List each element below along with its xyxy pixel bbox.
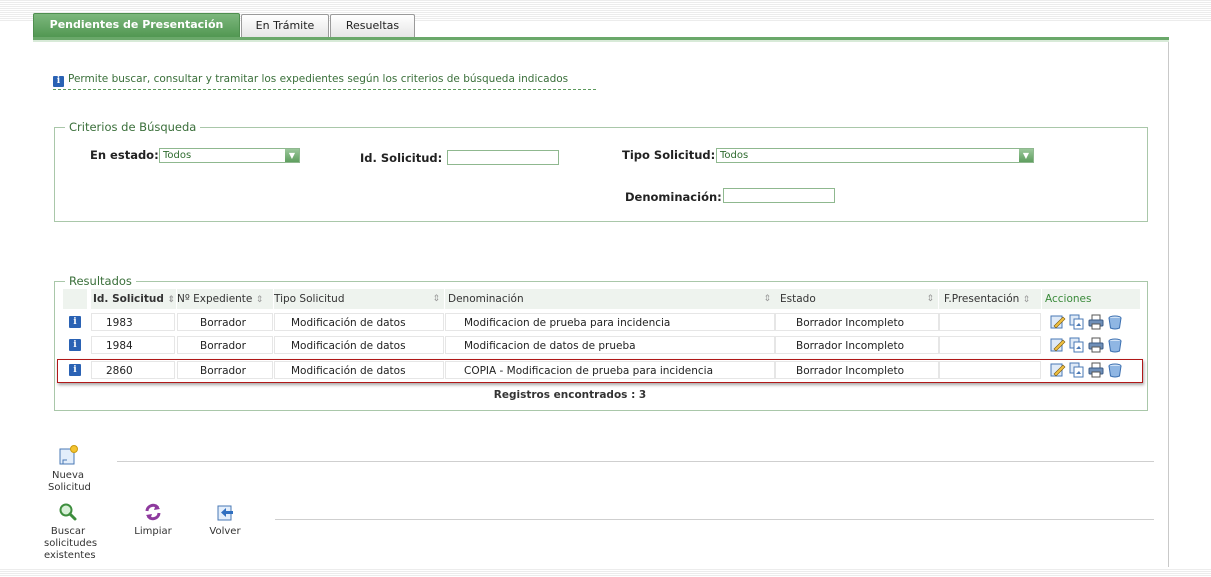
search-label-3: existentes <box>44 550 96 561</box>
tab-en-tramite[interactable]: En Trámite <box>241 14 329 37</box>
cell-tipo: Modificación de datos <box>274 336 444 354</box>
sort-icon[interactable]: ⇕ <box>763 289 771 309</box>
table-row[interactable]: i 1983 Borrador Modificación de datos Mo… <box>63 311 1140 333</box>
cell-fecha <box>939 336 1041 354</box>
sort-icon[interactable]: ⇕ <box>926 289 934 309</box>
cell-expediente: Borrador <box>177 313 273 331</box>
col-header-tipo-label: Tipo Solicitud <box>274 293 345 305</box>
sort-icon[interactable]: ⇕ <box>1023 295 1031 305</box>
back-button[interactable]: Volver <box>205 502 245 538</box>
cell-id: 1983 <box>91 313 175 331</box>
delete-icon[interactable] <box>1107 362 1123 378</box>
back-arrow-icon <box>217 505 233 521</box>
col-header-expediente-label: Nº Expediente <box>177 293 253 305</box>
cell-denominacion: Modificacion de prueba para incidencia <box>445 313 775 331</box>
toolbar-divider <box>275 519 1154 520</box>
cell-id: 2860 <box>91 361 175 379</box>
info-icon[interactable]: i <box>69 316 81 328</box>
col-header-estado-label: Estado <box>780 293 816 305</box>
new-request-button[interactable]: Nueva Solicitud <box>48 444 91 494</box>
tab-resueltas[interactable]: Resueltas <box>330 14 415 37</box>
print-icon[interactable] <box>1088 314 1104 330</box>
cell-expediente: Borrador <box>177 336 273 354</box>
delete-icon[interactable] <box>1107 314 1123 330</box>
new-request-label-1: Nueva <box>51 470 85 481</box>
clear-button[interactable]: Limpiar <box>130 502 176 538</box>
clear-label: Limpiar <box>134 526 172 537</box>
id-solicitud-label: Id. Solicitud: <box>360 151 443 165</box>
col-header-estado[interactable]: Estado ⇕ <box>775 289 938 309</box>
bottom-pattern <box>0 569 1211 577</box>
table-row-selected[interactable]: i 2860 Borrador Modificación de datos CO… <box>63 359 1140 381</box>
edit-icon[interactable] <box>1050 362 1066 378</box>
delete-icon[interactable] <box>1107 337 1123 353</box>
cell-fecha <box>939 361 1041 379</box>
chevron-down-icon[interactable]: ▼ <box>285 149 299 162</box>
id-solicitud-input[interactable] <box>447 150 559 165</box>
results-legend: Resultados <box>69 274 132 288</box>
col-header-acciones: Acciones <box>1042 289 1140 309</box>
info-icon[interactable]: i <box>69 339 81 351</box>
tipo-solicitud-select[interactable]: Todos ▼ <box>716 148 1034 163</box>
info-icon[interactable]: i <box>69 364 81 376</box>
new-document-icon <box>59 445 78 465</box>
col-header-fecha-label: F.Presentación <box>944 293 1020 305</box>
records-count: Registros encontrados : 3 <box>493 389 647 401</box>
cell-estado: Borrador Incompleto <box>775 336 939 354</box>
toolbar-divider <box>117 461 1154 462</box>
denominacion-label: Denominación: <box>625 190 722 204</box>
estado-select[interactable]: Todos ▼ <box>159 148 300 163</box>
table-row[interactable]: i 1984 Borrador Modificación de datos Mo… <box>63 334 1140 356</box>
cell-fecha <box>939 313 1041 331</box>
print-icon[interactable] <box>1088 362 1104 378</box>
cell-estado: Borrador Incompleto <box>775 361 939 379</box>
refresh-icon <box>145 503 161 521</box>
tab-pendientes[interactable]: Pendientes de Presentación <box>33 13 240 38</box>
search-criteria-panel: Criterios de Búsqueda <box>54 120 1148 222</box>
search-criteria-legend: Criterios de Búsqueda <box>69 120 197 134</box>
col-header-id[interactable]: Id. Solicitud ⇕ <box>91 289 176 309</box>
search-icon <box>59 503 77 521</box>
info-icon: i <box>53 76 64 87</box>
col-header-denominacion-label: Denominación <box>448 293 524 305</box>
print-icon[interactable] <box>1088 337 1104 353</box>
info-text: Permite buscar, consultar y tramitar los… <box>68 73 569 85</box>
col-header-id-label: Id. Solicitud <box>93 293 164 305</box>
col-header-expediente[interactable]: Nº Expediente ⇕ <box>177 289 273 309</box>
edit-icon[interactable] <box>1050 337 1066 353</box>
copy-icon[interactable] <box>1069 314 1085 330</box>
tipo-solicitud-label: Tipo Solicitud: <box>622 148 716 162</box>
copy-icon[interactable] <box>1069 362 1085 378</box>
cell-tipo: Modificación de datos <box>274 361 444 379</box>
cell-denominacion: COPIA - Modificacion de prueba para inci… <box>445 361 775 379</box>
sort-icon[interactable]: ⇕ <box>432 289 440 309</box>
back-label: Volver <box>209 526 241 537</box>
sort-icon[interactable]: ⇕ <box>256 295 264 305</box>
cell-tipo: Modificación de datos <box>274 313 444 331</box>
search-label-1: Buscar <box>50 526 86 537</box>
cell-expediente: Borrador <box>177 361 273 379</box>
search-button[interactable]: Buscar solicitudes existentes <box>44 502 98 562</box>
col-header-info <box>63 289 87 309</box>
cell-id: 1984 <box>91 336 175 354</box>
new-request-label-2: Solicitud <box>48 482 91 493</box>
estado-select-value: Todos <box>163 150 192 161</box>
sort-icon[interactable]: ⇕ <box>168 295 176 305</box>
tipo-solicitud-select-value: Todos <box>720 150 749 161</box>
edit-icon[interactable] <box>1050 314 1066 330</box>
cell-denominacion: Modificacion de datos de prueba <box>445 336 775 354</box>
chevron-down-icon[interactable]: ▼ <box>1019 149 1033 162</box>
denominacion-input[interactable] <box>723 188 835 203</box>
copy-icon[interactable] <box>1069 337 1085 353</box>
col-header-denominacion[interactable]: Denominación ⇕ <box>445 289 775 309</box>
col-header-tipo[interactable]: Tipo Solicitud ⇕ <box>274 289 444 309</box>
search-label-2: solicitudes <box>44 538 98 549</box>
cell-estado: Borrador Incompleto <box>775 313 939 331</box>
estado-label: En estado: <box>90 148 159 162</box>
info-note: i Permite buscar, consultar y tramitar lo… <box>53 71 596 90</box>
col-header-fecha[interactable]: F.Presentación ⇕ <box>939 289 1041 309</box>
